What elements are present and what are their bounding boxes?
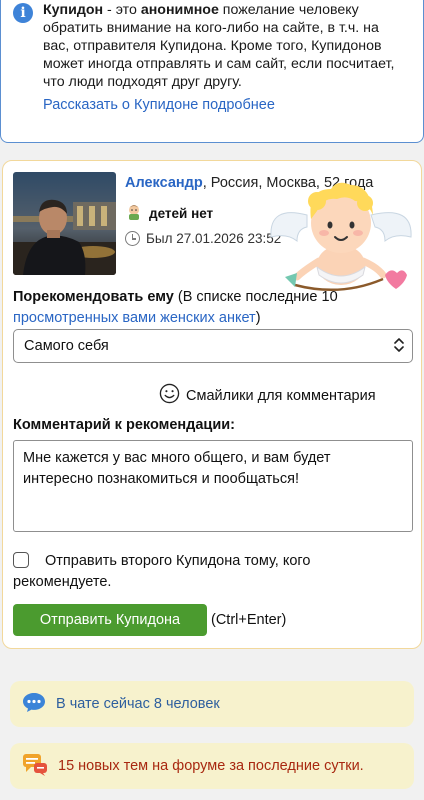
cupid-illustration-icon bbox=[267, 175, 415, 299]
clock-icon bbox=[125, 231, 140, 246]
cupid-form-panel: Александр, Россия, Москва, 52 года детей… bbox=[2, 160, 422, 649]
info-icon: i bbox=[13, 3, 33, 23]
kids-status: детей нет bbox=[125, 203, 213, 224]
recommend-label-text: (В списке последние 10 bbox=[173, 289, 338, 305]
kids-text: детей нет bbox=[149, 206, 214, 221]
recommend-label-bold: Порекомендовать ему bbox=[13, 289, 174, 305]
recommend-label: Порекомендовать ему (В списке последние … bbox=[13, 287, 409, 329]
profile-name-link[interactable]: Александр bbox=[125, 175, 203, 191]
anonymous-emphasis: анонимное bbox=[140, 2, 219, 18]
chat-notice[interactable]: В чате сейчас 8 человек bbox=[10, 681, 414, 727]
learn-more-link[interactable]: Рассказать о Купидоне подробнее bbox=[43, 97, 275, 113]
cupid-term: Купидон bbox=[43, 2, 104, 18]
child-icon bbox=[125, 203, 143, 224]
smiley-icon bbox=[159, 383, 180, 408]
chat-notice-text: В чате сейчас 8 человек bbox=[56, 696, 220, 712]
smileys-label: Смайлики для комментария bbox=[186, 387, 376, 404]
forum-notice[interactable]: 15 новых тем на форуме за последние сутк… bbox=[10, 743, 414, 789]
cupid-description: Купидон - это анонимное пожелание челове… bbox=[43, 1, 409, 91]
select-chevrons-icon bbox=[394, 337, 404, 355]
recommend-label-end: ) bbox=[255, 310, 261, 326]
recommend-select[interactable]: Самого себя bbox=[13, 329, 413, 363]
last-seen: Был 27.01.2026 23:52 bbox=[125, 231, 281, 246]
smileys-toggle[interactable]: Смайлики для комментария bbox=[159, 383, 376, 408]
forum-chat-icon bbox=[22, 752, 48, 780]
chat-bubble-icon bbox=[22, 691, 46, 717]
comment-label: Комментарий к рекомендации: bbox=[13, 417, 235, 433]
forum-notice-text: 15 новых тем на форуме за последние сутк… bbox=[58, 758, 364, 774]
shortcut-hint: (Ctrl+Enter) bbox=[211, 612, 287, 628]
description-text: - это bbox=[103, 2, 141, 18]
recommend-selected-value: Самого себя bbox=[24, 338, 109, 354]
send-cupid-button[interactable]: Отправить Купидона bbox=[13, 604, 207, 636]
second-cupid-checkbox[interactable] bbox=[13, 552, 29, 568]
cupid-info-box: i Купидон - это анонимное пожелание чело… bbox=[0, 0, 424, 143]
second-cupid-label: Отправить второго Купидона тому, кого ре… bbox=[13, 553, 311, 590]
avatar[interactable] bbox=[13, 172, 116, 275]
viewed-profiles-link[interactable]: просмотренных вами женских анкет bbox=[13, 310, 256, 326]
last-seen-text: Был 27.01.2026 23:52 bbox=[146, 231, 282, 246]
comment-textarea[interactable]: Мне кажется у вас много общего, и вам бу… bbox=[13, 440, 413, 532]
